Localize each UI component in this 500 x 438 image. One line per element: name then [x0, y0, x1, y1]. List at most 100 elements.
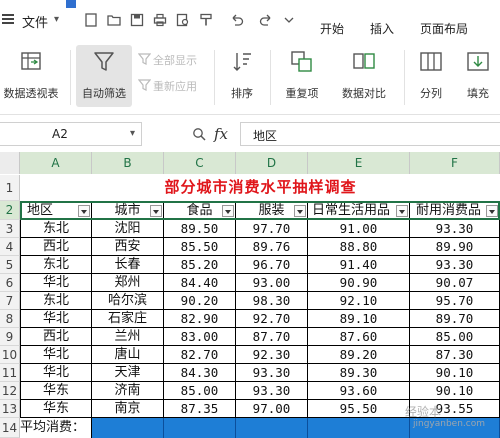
daily-goods-cell[interactable]: 87.60	[308, 328, 410, 346]
row-header[interactable]: 14	[0, 418, 20, 438]
row-header[interactable]: 7	[0, 292, 20, 310]
food-cell[interactable]: 85.00	[164, 382, 236, 400]
average-label-cell[interactable]: 平均消费：	[20, 418, 92, 438]
durables-cell[interactable]: 85.00	[410, 328, 500, 346]
average-cell[interactable]	[92, 418, 164, 438]
clothing-cell[interactable]: 89.76	[236, 238, 308, 256]
clothing-cell[interactable]: 96.70	[236, 256, 308, 274]
quick-access-more-icon[interactable]	[282, 13, 296, 27]
row-header[interactable]: 13	[0, 400, 20, 418]
split-columns-button[interactable]: 分列	[410, 45, 452, 107]
durables-cell[interactable]: 93.30	[410, 256, 500, 274]
durables-cell[interactable]: 90.10	[410, 364, 500, 382]
row-header[interactable]: 8	[0, 310, 20, 328]
region-cell[interactable]: 华东	[20, 400, 92, 418]
name-box[interactable]: A2 ▾	[0, 122, 142, 146]
open-folder-icon[interactable]	[107, 13, 121, 27]
food-cell[interactable]: 84.30	[164, 364, 236, 382]
daily-goods-cell[interactable]: 89.10	[308, 310, 410, 328]
row-header[interactable]: 12	[0, 382, 20, 400]
region-cell[interactable]: 东北	[20, 220, 92, 238]
header-cell[interactable]: 服装	[236, 202, 308, 220]
new-document-icon[interactable]	[84, 13, 98, 27]
daily-goods-cell[interactable]: 92.10	[308, 292, 410, 310]
food-cell[interactable]: 90.20	[164, 292, 236, 310]
pivot-table-button[interactable]: 数据透视表	[0, 45, 62, 107]
daily-goods-cell[interactable]: 89.30	[308, 364, 410, 382]
daily-goods-cell[interactable]: 91.40	[308, 256, 410, 274]
fx-icon[interactable]: fx	[214, 125, 228, 143]
save-icon[interactable]	[130, 13, 144, 27]
region-cell[interactable]: 华北	[20, 346, 92, 364]
row-header[interactable]: 4	[0, 238, 20, 256]
column-header[interactable]: A	[20, 152, 92, 174]
header-cell[interactable]: 地区	[20, 202, 92, 220]
data-compare-button[interactable]: 数据对比	[332, 45, 396, 107]
city-cell[interactable]: 沈阳	[92, 220, 164, 238]
filter-dropdown-icon[interactable]	[294, 205, 306, 217]
average-cell[interactable]	[236, 418, 308, 438]
header-cell[interactable]: 耐用消费品	[410, 202, 500, 220]
region-cell[interactable]: 华北	[20, 310, 92, 328]
file-menu[interactable]: 文件	[22, 12, 48, 31]
tab-home[interactable]: 开始	[320, 20, 344, 37]
region-cell[interactable]: 东北	[20, 256, 92, 274]
region-cell[interactable]: 华北	[20, 274, 92, 292]
reapply-button[interactable]: 重新应用	[137, 78, 197, 94]
city-cell[interactable]: 哈尔滨	[92, 292, 164, 310]
column-header[interactable]: D	[236, 152, 308, 174]
undo-icon[interactable]	[230, 13, 244, 27]
food-cell[interactable]: 83.00	[164, 328, 236, 346]
header-cell[interactable]: 食品	[164, 202, 236, 220]
column-header[interactable]: C	[164, 152, 236, 174]
row-header[interactable]: 3	[0, 220, 20, 238]
select-all-corner[interactable]	[0, 152, 20, 174]
row-header[interactable]: 2	[0, 201, 20, 220]
clothing-cell[interactable]: 98.30	[236, 292, 308, 310]
city-cell[interactable]: 兰州	[92, 328, 164, 346]
region-cell[interactable]: 华东	[20, 382, 92, 400]
duplicates-button[interactable]: 重复项	[276, 45, 328, 107]
formula-input[interactable]: 地区	[240, 122, 500, 146]
show-all-button[interactable]: 全部显示	[137, 52, 197, 68]
region-cell[interactable]: 西北	[20, 328, 92, 346]
city-cell[interactable]: 石家庄	[92, 310, 164, 328]
tab-insert[interactable]: 插入	[370, 20, 394, 37]
city-cell[interactable]: 唐山	[92, 346, 164, 364]
clothing-cell[interactable]: 92.70	[236, 310, 308, 328]
column-header[interactable]: E	[308, 152, 410, 174]
durables-cell[interactable]: 89.90	[410, 238, 500, 256]
average-cell[interactable]	[164, 418, 236, 438]
city-cell[interactable]: 西安	[92, 238, 164, 256]
clothing-cell[interactable]: 93.30	[236, 364, 308, 382]
clothing-cell[interactable]: 97.70	[236, 220, 308, 238]
daily-goods-cell[interactable]: 90.90	[308, 274, 410, 292]
region-cell[interactable]: 东北	[20, 292, 92, 310]
sort-button[interactable]: 排序	[220, 45, 264, 107]
fill-button[interactable]: 填充	[456, 45, 500, 107]
daily-goods-cell[interactable]: 89.20	[308, 346, 410, 364]
food-cell[interactable]: 85.50	[164, 238, 236, 256]
table-title[interactable]: 部分城市消费水平抽样调查	[21, 175, 500, 200]
durables-cell[interactable]: 95.70	[410, 292, 500, 310]
city-cell[interactable]: 长春	[92, 256, 164, 274]
daily-goods-cell[interactable]: 91.00	[308, 220, 410, 238]
zoom-icon[interactable]	[192, 127, 206, 141]
row-header[interactable]: 9	[0, 328, 20, 346]
redo-icon[interactable]	[259, 13, 273, 27]
filter-dropdown-icon[interactable]	[78, 205, 90, 217]
column-header[interactable]: F	[410, 152, 500, 174]
city-cell[interactable]: 南京	[92, 400, 164, 418]
city-cell[interactable]: 天津	[92, 364, 164, 382]
print-preview-icon[interactable]	[176, 13, 190, 27]
row-header[interactable]: 10	[0, 346, 20, 364]
region-cell[interactable]: 华北	[20, 364, 92, 382]
food-cell[interactable]: 82.90	[164, 310, 236, 328]
column-header[interactable]: B	[92, 152, 164, 174]
clothing-cell[interactable]: 92.30	[236, 346, 308, 364]
daily-goods-cell[interactable]: 88.80	[308, 238, 410, 256]
durables-cell[interactable]: 89.70	[410, 310, 500, 328]
food-cell[interactable]: 82.70	[164, 346, 236, 364]
filter-dropdown-icon[interactable]	[222, 205, 234, 217]
clothing-cell[interactable]: 93.30	[236, 382, 308, 400]
